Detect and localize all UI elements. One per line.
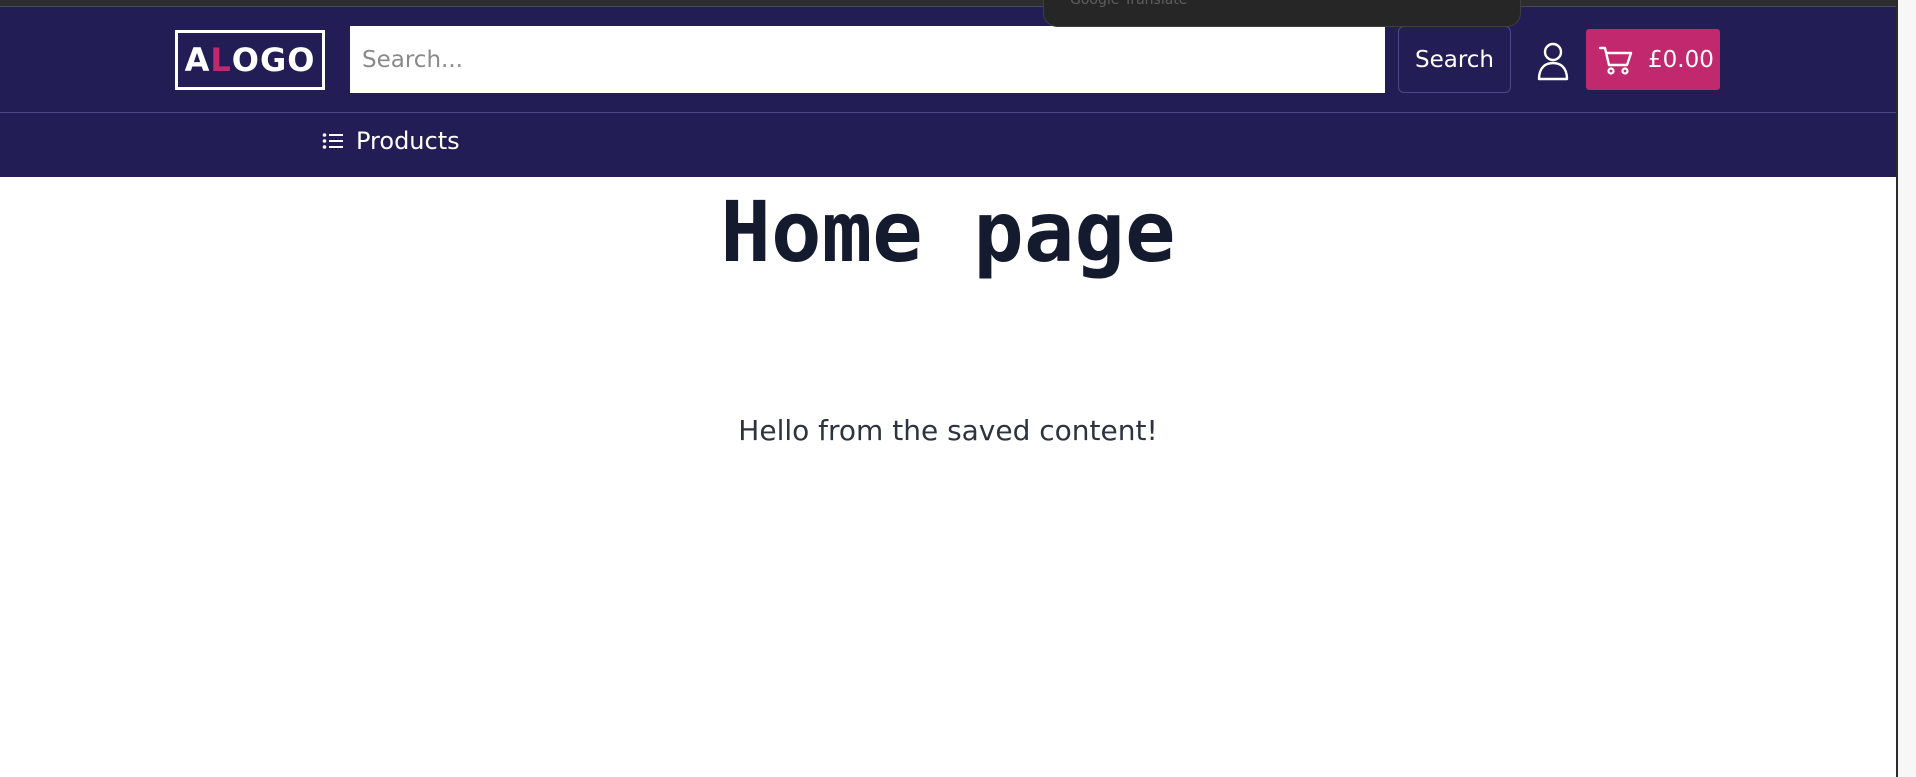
- list-icon: [322, 133, 343, 149]
- user-icon[interactable]: [1536, 41, 1570, 81]
- shopping-cart-icon: [1598, 46, 1633, 75]
- nav-item-products[interactable]: Products: [322, 127, 460, 155]
- logo-letter-l: L: [210, 41, 232, 79]
- scrollbar[interactable]: [1896, 0, 1916, 777]
- scrollbar-track[interactable]: [1898, 0, 1916, 777]
- cart-total: £0.00: [1648, 46, 1714, 73]
- browser-top-strip: [0, 0, 1896, 7]
- translate-popup[interactable]: Google Translate: [1043, 0, 1521, 27]
- cart-button[interactable]: £0.00: [1586, 29, 1720, 90]
- search-button[interactable]: Search: [1398, 26, 1511, 93]
- site-header: ALOGO Search £0.00: [0, 7, 1896, 113]
- content-text: Hello from the saved content!: [738, 414, 1158, 447]
- nav-products-label: Products: [356, 127, 460, 155]
- logo-letter-a: A: [184, 41, 211, 79]
- logo-letters-ogo: OGO: [231, 41, 316, 79]
- site-logo[interactable]: A L OGO: [175, 30, 325, 90]
- translate-popup-label: Google Translate: [1070, 0, 1188, 8]
- main-nav: Products: [0, 113, 1896, 177]
- search-input[interactable]: [350, 26, 1385, 93]
- page-title: Home page: [720, 183, 1176, 281]
